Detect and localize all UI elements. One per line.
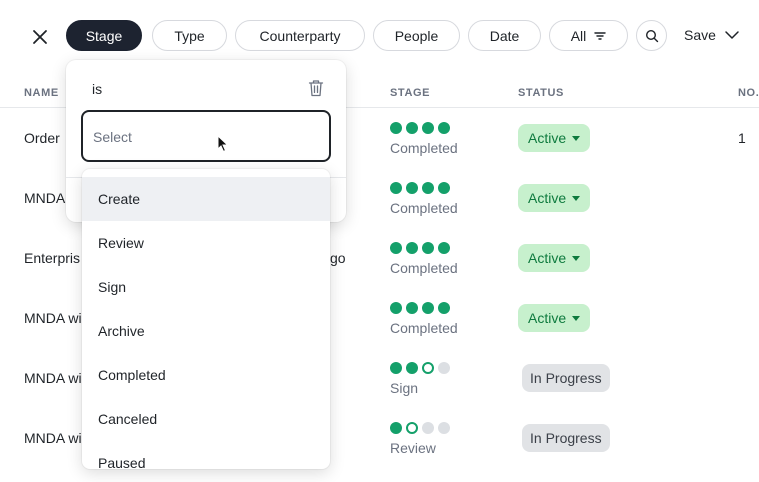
row-name: Enterpris xyxy=(24,250,81,266)
row-name-tail: go xyxy=(330,250,346,266)
stage-label: Completed xyxy=(390,260,458,276)
status-label: Active xyxy=(528,310,567,326)
status-badge[interactable]: Active xyxy=(518,184,591,212)
stage-dot-done xyxy=(390,302,402,314)
mouse-cursor-icon xyxy=(217,134,229,158)
stage-dot-done xyxy=(406,362,418,374)
stage-progress xyxy=(390,182,450,194)
search-icon[interactable] xyxy=(636,20,667,51)
caret-down-icon xyxy=(572,135,581,141)
caret-down-icon xyxy=(572,255,581,261)
stage-progress xyxy=(390,302,450,314)
column-header-stage[interactable]: STAGE xyxy=(390,87,430,99)
option-archive[interactable]: Archive xyxy=(82,309,330,353)
row-number: 1 xyxy=(738,130,746,146)
stage-dot-done xyxy=(422,302,434,314)
stage-dot-todo xyxy=(422,422,434,434)
filter-type-button[interactable]: Type xyxy=(152,20,227,51)
stage-dot-done xyxy=(422,122,434,134)
stage-dot-done xyxy=(406,242,418,254)
option-sign[interactable]: Sign xyxy=(82,265,330,309)
status-label: In Progress xyxy=(530,430,602,446)
row-name: Order xyxy=(24,130,60,146)
stage-dot-current xyxy=(422,362,434,374)
caret-down-icon xyxy=(572,195,581,201)
filter-operator[interactable]: is xyxy=(92,81,102,97)
stage-label: Completed xyxy=(390,320,458,336)
status-label: In Progress xyxy=(530,370,602,386)
option-completed[interactable]: Completed xyxy=(82,353,330,397)
stage-dot-todo xyxy=(438,422,450,434)
filter-stage-button[interactable]: Stage xyxy=(66,20,142,51)
status-label: Active xyxy=(528,190,567,206)
stage-dot-done xyxy=(438,302,450,314)
option-canceled[interactable]: Canceled xyxy=(82,397,330,441)
stage-progress xyxy=(390,362,450,374)
stage-dot-done xyxy=(406,182,418,194)
column-header-status[interactable]: STATUS xyxy=(518,87,564,99)
status-badge[interactable]: Active xyxy=(518,124,591,152)
status-badge[interactable]: In Progress xyxy=(522,364,610,392)
stage-progress xyxy=(390,422,450,434)
stage-dot-done xyxy=(422,242,434,254)
stage-progress xyxy=(390,242,450,254)
filter-all-button[interactable]: All xyxy=(549,20,628,51)
caret-down-icon xyxy=(572,315,581,321)
stage-dot-done xyxy=(422,182,434,194)
stage-dot-done xyxy=(390,242,402,254)
filter-icon xyxy=(594,31,606,41)
stage-dot-done xyxy=(390,422,402,434)
status-badge[interactable]: Active xyxy=(518,244,591,272)
option-review[interactable]: Review xyxy=(82,221,330,265)
option-create[interactable]: Create xyxy=(82,177,330,221)
chevron-down-icon[interactable] xyxy=(724,29,740,41)
stage-dot-done xyxy=(438,122,450,134)
filter-all-label: All xyxy=(570,27,587,44)
status-label: Active xyxy=(528,130,567,146)
column-header-no[interactable]: NO. xyxy=(738,87,759,99)
stage-dot-done xyxy=(406,302,418,314)
stage-dot-done xyxy=(406,122,418,134)
stage-dot-done xyxy=(438,182,450,194)
trash-icon[interactable] xyxy=(308,79,324,97)
status-label: Active xyxy=(528,250,567,266)
stage-dot-done xyxy=(390,182,402,194)
column-header-name[interactable]: NAME xyxy=(24,87,59,99)
close-icon[interactable] xyxy=(28,25,52,49)
row-name: MNDA wi xyxy=(24,430,82,446)
stage-progress xyxy=(390,122,450,134)
stage-label: Completed xyxy=(390,200,458,216)
filter-counterparty-button[interactable]: Counterparty xyxy=(235,20,365,51)
select-placeholder: Select xyxy=(93,129,132,145)
stage-label: Sign xyxy=(390,380,419,396)
stage-options-dropdown: Create Review Sign Archive Completed Can… xyxy=(82,169,330,469)
filter-people-button[interactable]: People xyxy=(373,20,460,51)
option-paused[interactable]: Paused xyxy=(82,441,330,469)
row-name: MNDA wi xyxy=(24,310,82,326)
row-name: MNDA xyxy=(24,190,66,206)
stage-label: Completed xyxy=(390,140,458,156)
stage-select-input[interactable]: Select xyxy=(81,110,331,162)
stage-dot-current xyxy=(406,422,418,434)
status-badge[interactable]: Active xyxy=(518,304,591,332)
filter-date-button[interactable]: Date xyxy=(468,20,541,51)
status-badge[interactable]: In Progress xyxy=(522,424,610,452)
save-button[interactable]: Save xyxy=(684,27,716,43)
row-name: MNDA wi xyxy=(24,370,82,386)
stage-dot-done xyxy=(390,362,402,374)
stage-label: Review xyxy=(390,440,436,456)
stage-dot-todo xyxy=(438,362,450,374)
stage-dot-done xyxy=(390,122,402,134)
stage-dot-done xyxy=(438,242,450,254)
